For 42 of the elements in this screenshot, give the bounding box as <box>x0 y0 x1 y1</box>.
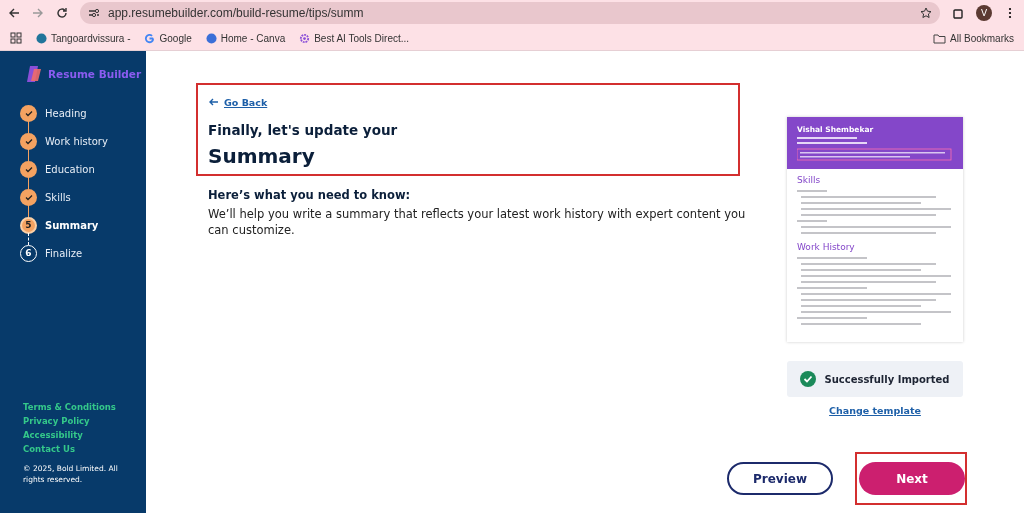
footer-link[interactable]: Privacy Policy <box>23 416 146 426</box>
all-bookmarks[interactable]: All Bookmarks <box>933 32 1014 44</box>
resume-section-title: Work History <box>797 242 856 252</box>
step-number: 5 <box>20 216 37 234</box>
preview-button[interactable]: Preview <box>727 462 833 495</box>
star-icon[interactable] <box>920 7 932 19</box>
logo-icon <box>26 65 42 83</box>
step-label[interactable]: Finalize <box>45 247 83 259</box>
info-text: We’ll help you write a summary that reflects your latest work history with expert content you can customize. <box>208 206 747 239</box>
bookmark[interactable]: Google <box>144 32 192 44</box>
step-label[interactable]: Heading <box>45 107 87 119</box>
footer-link[interactable]: Contact Us <box>23 444 146 454</box>
step-label[interactable]: Skills <box>45 191 71 203</box>
bookmark[interactable]: Home - Canva <box>205 32 286 44</box>
bookmark[interactable]: Best AI Tools Direct... <box>299 32 410 44</box>
reload-icon[interactable] <box>56 7 68 19</box>
resume-section-title: Skills <box>797 175 822 185</box>
change-template-link[interactable]: Change template <box>829 405 921 416</box>
url-text: app.resumebuilder.com/build-resume/tips/summ <box>108 6 365 20</box>
apps-icon[interactable] <box>10 32 22 44</box>
footer-link[interactable]: Accessibility <box>23 430 146 440</box>
status-text: Successfully Imported <box>824 373 950 385</box>
arrow-left-icon <box>208 98 218 106</box>
back-icon[interactable] <box>8 7 20 19</box>
page-title: Summary <box>208 144 316 168</box>
next-button[interactable]: Next <box>859 462 965 495</box>
address-bar[interactable]: app.resumebuilder.com/build-resume/tips/summ <box>80 2 940 24</box>
footer-link[interactable]: Terms & Conditions <box>23 402 146 412</box>
brand-name: Resume Builder <box>48 68 142 80</box>
gear-icon <box>299 32 311 44</box>
subtitle: Finally, let's update your <box>208 122 399 138</box>
go-back-link[interactable]: Go Back <box>208 96 268 108</box>
info-heading: Here’s what you need to know: <box>208 188 412 202</box>
step-label[interactable]: Education <box>45 163 95 175</box>
step-label[interactable]: Summary <box>45 219 99 231</box>
step-label[interactable]: Work history <box>45 135 108 147</box>
check-circle-icon <box>800 371 817 387</box>
profile-avatar[interactable]: V <box>976 5 992 21</box>
bookmark[interactable]: Tangoardvissura - <box>36 32 131 44</box>
folder-icon <box>933 32 947 44</box>
google-icon <box>144 32 156 44</box>
site-settings-icon[interactable] <box>88 7 100 19</box>
